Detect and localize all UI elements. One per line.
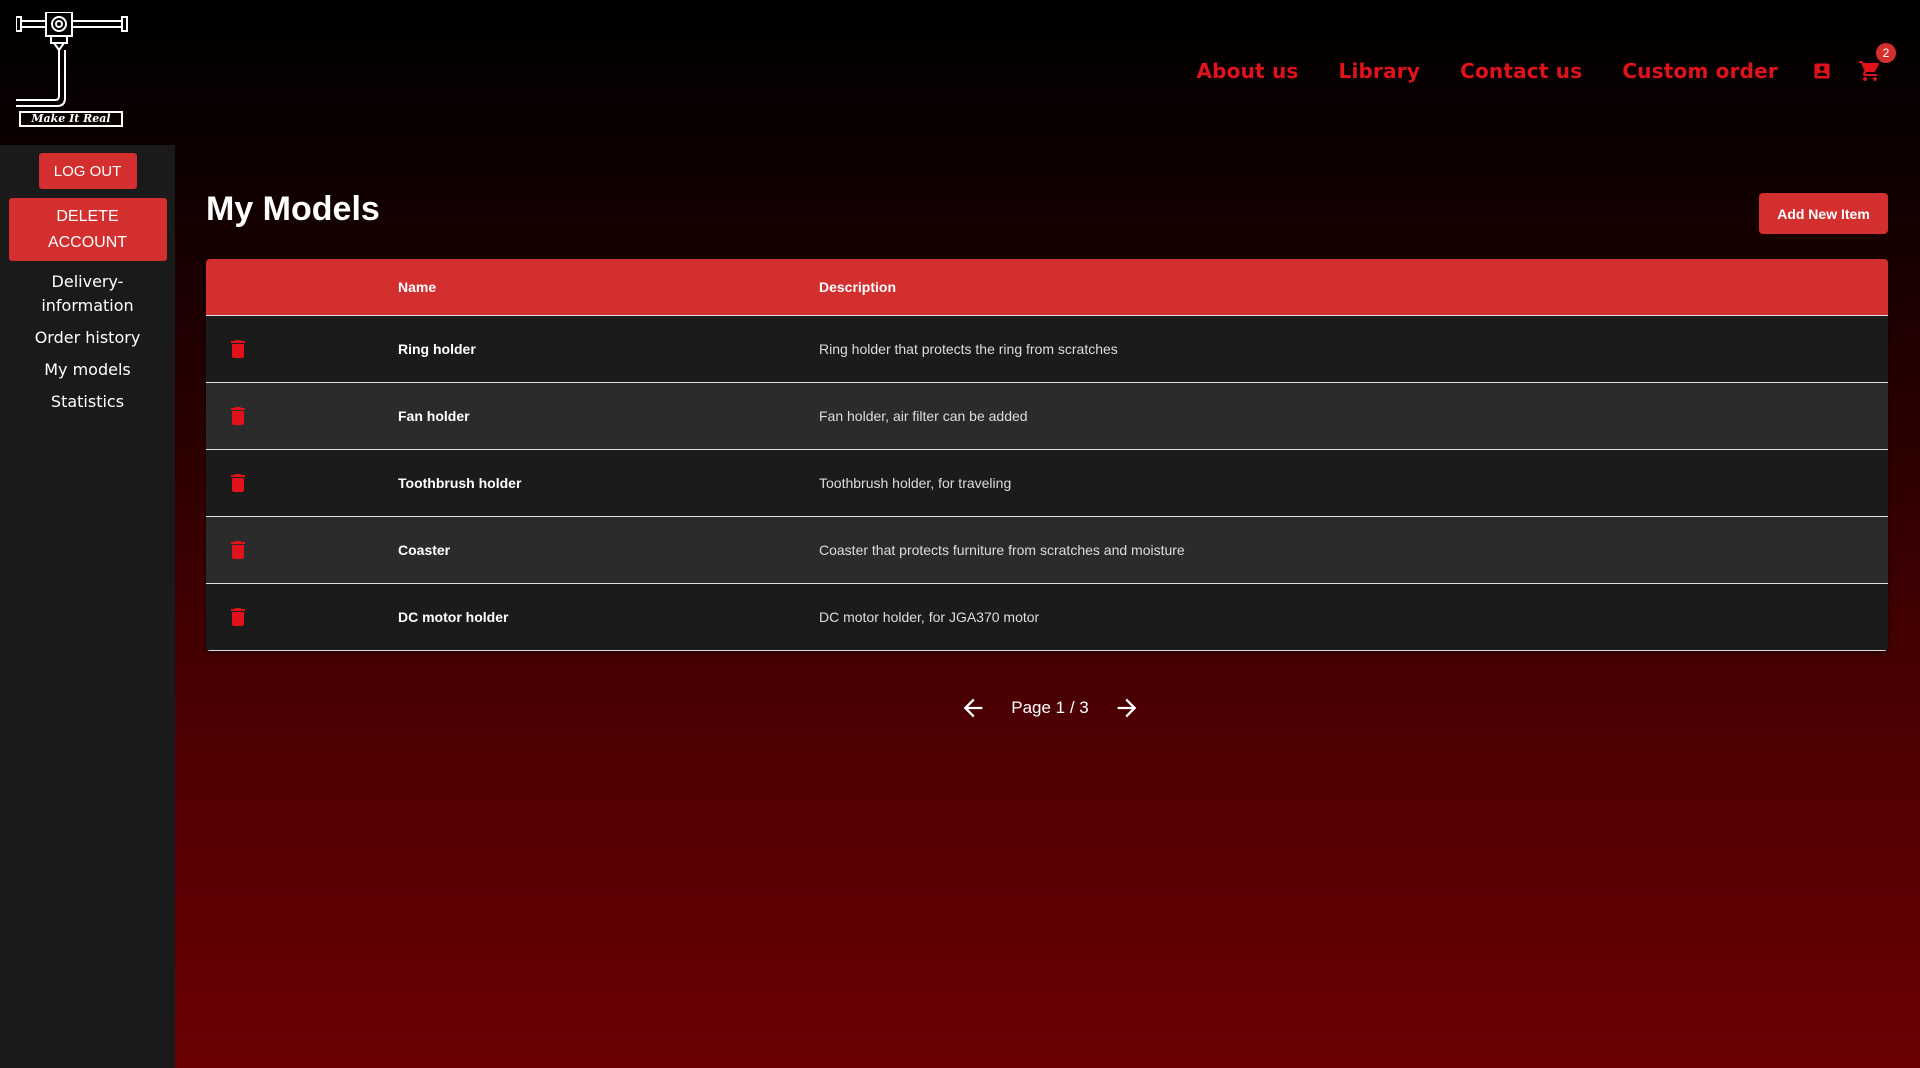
account-box-icon [1814, 63, 1830, 79]
row-description: Toothbrush holder, for traveling [819, 475, 1012, 491]
row-name: Toothbrush holder [398, 475, 522, 491]
add-new-item-button[interactable]: Add New Item [1759, 193, 1888, 234]
next-page-button[interactable] [1113, 694, 1141, 722]
table-body: Ring holder Ring holder that protects the… [206, 316, 1888, 651]
printer-logo-icon [15, 11, 128, 107]
table-row[interactable]: Ring holder Ring holder that protects the… [206, 316, 1888, 383]
logout-button[interactable]: LOG OUT [38, 153, 137, 189]
pagination: Page 1 / 3 [950, 690, 1150, 726]
delete-row-button[interactable] [206, 340, 398, 358]
arrow-left-icon [963, 698, 983, 718]
row-description: DC motor holder, for JGA370 motor [819, 609, 1040, 625]
page-indicator: Page 1 / 3 [1011, 698, 1089, 717]
nav-custom-order[interactable]: Custom order [1622, 59, 1778, 83]
delete-account-button[interactable]: DELETE ACCOUNT [8, 198, 167, 261]
sidebar: LOG OUT DELETE ACCOUNT Delivery-informat… [0, 145, 175, 1068]
delete-row-button[interactable] [206, 407, 398, 425]
column-header-description: Description [819, 279, 897, 295]
table-row[interactable]: Fan holder Fan holder, air filter can be … [206, 383, 1888, 450]
sidebar-item-statistics[interactable]: Statistics [23, 390, 153, 414]
row-description: Fan holder, air filter can be added [819, 408, 1028, 424]
row-description: Coaster that protects furniture from scr… [819, 542, 1185, 558]
trash-icon [231, 407, 245, 425]
row-name: Coaster [398, 542, 451, 558]
delete-row-button[interactable] [206, 541, 398, 559]
cart-count-badge: 2 [1876, 43, 1896, 63]
table-row[interactable]: Coaster Coaster that protects furniture f… [206, 517, 1888, 584]
header: Make It Real About us Library Contact us… [0, 0, 1920, 145]
arrow-right-icon [1117, 698, 1137, 718]
table-row[interactable]: DC motor holder DC motor holder, for JGA3… [206, 584, 1888, 651]
sidebar-item-order-history[interactable]: Order history [23, 326, 153, 350]
nav-contact-us[interactable]: Contact us [1460, 59, 1582, 83]
row-name: Fan holder [398, 408, 470, 424]
trash-icon [231, 474, 245, 492]
column-header-name: Name [398, 279, 437, 295]
previous-page-button[interactable] [959, 694, 987, 722]
logo-text: Make It Real [19, 111, 123, 127]
page-title: My Models [206, 190, 380, 228]
table-row[interactable]: Toothbrush holder Toothbrush holder, for … [206, 450, 1888, 517]
row-name: DC motor holder [398, 609, 509, 625]
models-table: Name Description Ring holder Ring holder … [206, 259, 1888, 651]
nav-about-us[interactable]: About us [1196, 59, 1298, 83]
row-description: Ring holder that protects the ring from … [819, 341, 1118, 357]
top-nav: About us Library Contact us Custom order… [1156, 43, 1896, 86]
account-button[interactable] [1812, 61, 1832, 81]
delete-row-button[interactable] [206, 608, 398, 626]
cart-button[interactable]: 2 [1858, 43, 1896, 83]
trash-icon [231, 541, 245, 559]
trash-icon [231, 340, 245, 358]
delete-row-button[interactable] [206, 474, 398, 492]
sidebar-item-delivery-information[interactable]: Delivery-information [23, 270, 153, 318]
row-name: Ring holder [398, 341, 476, 357]
logo[interactable]: Make It Real [15, 11, 128, 132]
trash-icon [231, 608, 245, 626]
table-header: Name Description [206, 259, 1888, 316]
shopping-cart-icon [1859, 61, 1880, 81]
sidebar-item-my-models[interactable]: My models [23, 358, 153, 382]
nav-library[interactable]: Library [1339, 59, 1421, 83]
